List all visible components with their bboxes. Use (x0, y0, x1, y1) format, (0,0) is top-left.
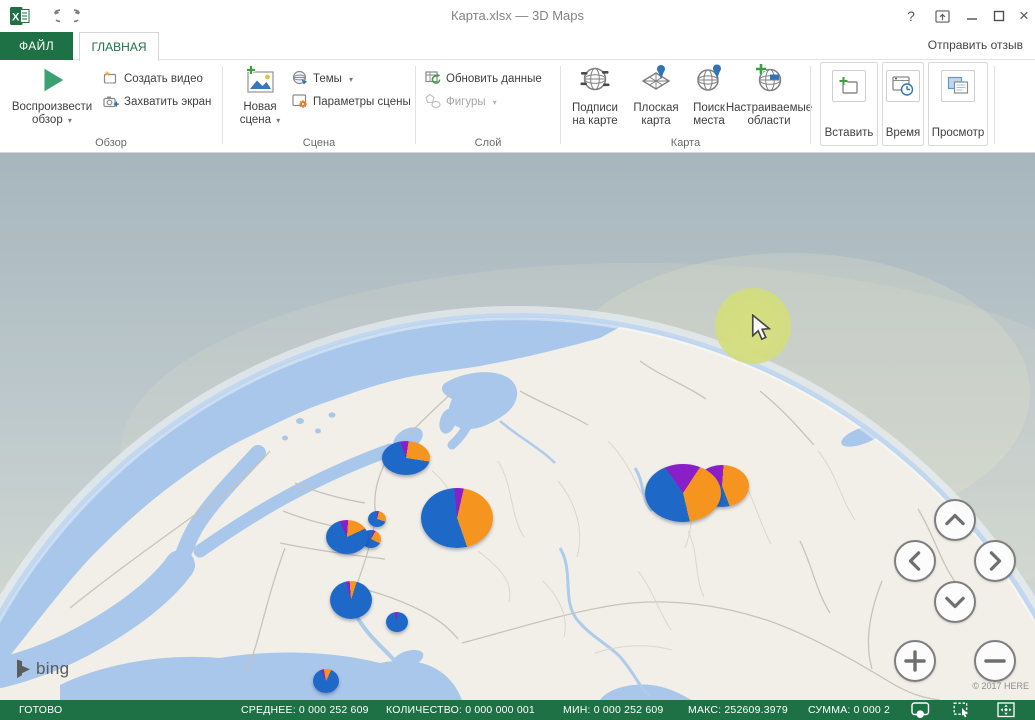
status-sum: СУММА: 0 000 2 (808, 704, 890, 716)
themes-button[interactable]: Темы ▾ (289, 69, 356, 89)
video-icon (103, 70, 119, 89)
group-map: Подписи на карте Плоская карта Поиск мес… (561, 60, 810, 152)
scene-options-button[interactable]: Параметры сцены (289, 92, 414, 112)
status-bar: ГОТОВО СРЕДНЕЕ: 0 000 252 609 КОЛИЧЕСТВО… (0, 700, 1035, 720)
chevron-down-icon: ▾ (68, 116, 72, 125)
bing-logo[interactable]: bing (16, 659, 69, 679)
select-region-icon (953, 702, 971, 718)
insert-icon (832, 70, 866, 102)
group-tour: Воспроизвести обзор ▾ Создать видео Захв… (0, 60, 222, 152)
scene-options-icon (292, 93, 308, 112)
flat-map-toggle-icon (911, 702, 930, 718)
chevron-down-icon (947, 598, 963, 606)
create-video-button[interactable]: Создать видео (100, 69, 206, 89)
camera-icon (103, 93, 119, 112)
time-button[interactable]: Время (882, 62, 924, 146)
group-label-tour: Обзор (0, 137, 222, 149)
shapes-button[interactable]: Фигуры ▾ (422, 92, 500, 112)
capture-screen-button[interactable]: Захватить экран (100, 92, 214, 112)
bing-text: bing (36, 659, 69, 679)
ribbon-separator (810, 66, 811, 144)
find-location-icon (693, 63, 725, 98)
chevron-down-icon: ▾ (349, 75, 353, 84)
status-flat-map-toggle-button[interactable] (907, 700, 933, 720)
find-location-button[interactable]: Поиск места (687, 63, 731, 128)
svg-text:X: X (12, 12, 20, 24)
chevron-up-icon (947, 515, 963, 523)
nav-left-button[interactable] (894, 540, 936, 582)
window-title: Карта.xlsx — 3D Maps (0, 8, 1035, 23)
ribbon-tab-row: ФАЙЛ ГЛАВНАЯ Отправить отзыв (0, 32, 1035, 60)
zoom-out-button[interactable] (974, 640, 1016, 682)
play-tour-button[interactable]: Воспроизвести обзор ▾ (6, 63, 98, 129)
excel-icon: X (10, 6, 30, 26)
chevron-down-icon: ▾ (276, 116, 280, 125)
pie-chart[interactable] (326, 520, 368, 554)
status-select-region-button[interactable] (949, 700, 975, 720)
group-label-scene: Сцена (223, 137, 415, 149)
refresh-data-icon (425, 70, 441, 89)
map-labels-button[interactable]: Подписи на карте (565, 63, 625, 128)
nav-up-button[interactable] (934, 499, 976, 541)
time-icon (886, 70, 920, 102)
status-max: МАКС: 252609.3979 (688, 704, 788, 716)
ribbon-separator (994, 66, 995, 144)
close-button[interactable]: × (1013, 5, 1035, 27)
view-button[interactable]: Просмотр (928, 62, 988, 146)
group-layer: Обновить данные Фигуры ▾ Слой (416, 60, 560, 152)
chevron-right-icon (991, 553, 999, 569)
new-scene-button[interactable]: Новая сцена ▾ (231, 63, 289, 129)
status-average: СРЕДНЕЕ: 0 000 252 609 (241, 704, 369, 716)
plus-icon (906, 652, 924, 670)
redo-icon[interactable] (72, 7, 94, 25)
nav-right-button[interactable] (974, 540, 1016, 582)
play-icon (37, 65, 67, 98)
flat-map-icon (640, 63, 672, 98)
pie-chart[interactable] (330, 581, 372, 619)
status-reset-view-button[interactable] (993, 700, 1019, 720)
custom-regions-button[interactable]: Настраиваемые области (731, 63, 807, 128)
zoom-in-button[interactable] (894, 640, 936, 682)
custom-regions-icon (753, 63, 785, 98)
bing-b-icon (16, 659, 31, 679)
shapes-icon (425, 93, 441, 112)
nav-down-button[interactable] (934, 581, 976, 623)
minimize-button[interactable] (960, 5, 984, 27)
status-min: МИН: 0 000 252 609 (563, 704, 663, 716)
flat-map-button[interactable]: Плоская карта (627, 63, 685, 128)
window-popup-button[interactable] (930, 5, 954, 27)
pie-chart[interactable] (645, 464, 721, 522)
pie-chart[interactable] (313, 669, 339, 693)
chevron-left-icon (910, 553, 918, 569)
pie-chart[interactable] (382, 441, 430, 475)
maximize-button[interactable] (987, 5, 1011, 27)
map-labels-icon (579, 63, 611, 98)
pie-chart[interactable] (368, 511, 386, 527)
group-label-map: Карта (561, 137, 810, 149)
pie-chart[interactable] (421, 488, 493, 548)
help-button[interactable]: ? (900, 5, 922, 27)
new-scene-icon (244, 65, 276, 98)
insert-button[interactable]: Вставить (820, 62, 878, 146)
map-copyright: © 2017 HERE (972, 681, 1029, 691)
chevron-down-icon: ▾ (493, 98, 497, 107)
ribbon: Воспроизвести обзор ▾ Создать видео Захв… (0, 60, 1035, 153)
tab-file[interactable]: ФАЙЛ (0, 32, 73, 60)
title-bar: X Карта.xlsx — 3D Maps ? × (0, 0, 1035, 32)
pie-chart[interactable] (386, 612, 408, 632)
globe-map (0, 153, 1035, 700)
undo-icon[interactable] (40, 7, 62, 25)
status-count: КОЛИЧЕСТВО: 0 000 000 001 (386, 704, 535, 716)
map-viewport[interactable]: bing © 2017 HERE (0, 153, 1035, 700)
view-icon (941, 70, 975, 102)
send-feedback-link[interactable]: Отправить отзыв (928, 38, 1023, 52)
group-scene: Новая сцена ▾ Темы ▾ Параметры сцены Сце… (223, 60, 415, 152)
status-ready: ГОТОВО (19, 704, 62, 716)
group-label-layer: Слой (416, 137, 560, 149)
refresh-data-button[interactable]: Обновить данные (422, 69, 545, 89)
themes-icon (292, 70, 308, 89)
3d-maps-window: X Карта.xlsx — 3D Maps ? × ФАЙЛ ГЛАВНАЯ … (0, 0, 1035, 720)
tab-home[interactable]: ГЛАВНАЯ (79, 32, 159, 61)
reset-view-icon (997, 702, 1015, 718)
